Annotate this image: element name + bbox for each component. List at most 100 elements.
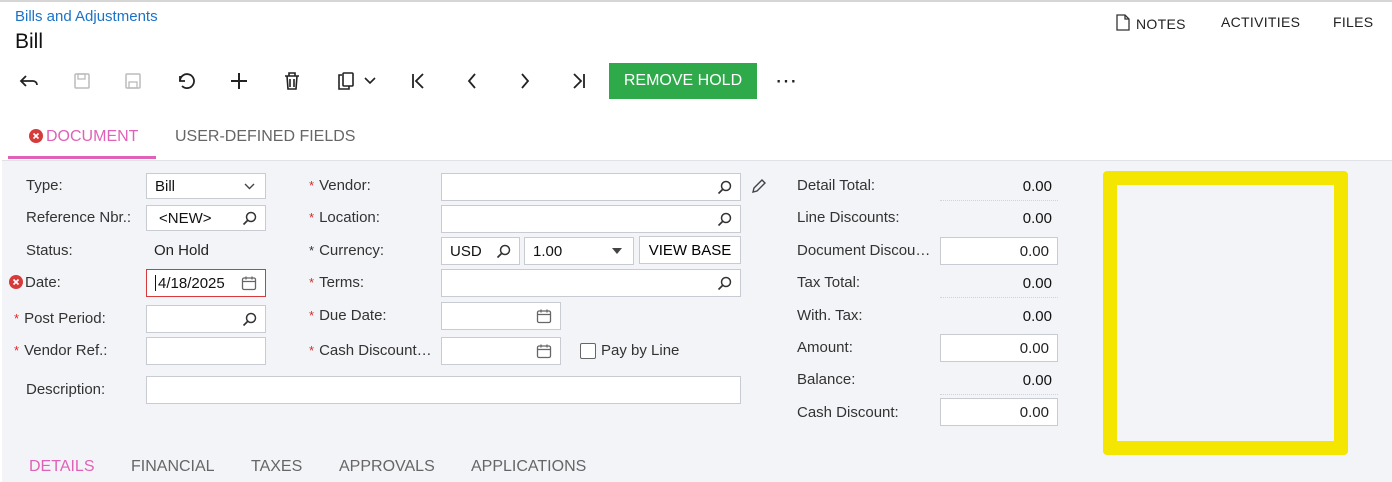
currency-field[interactable]: USD <box>441 237 520 265</box>
tab-document[interactable]: DOCUMENT <box>29 128 138 148</box>
tab-taxes[interactable]: TAXES <box>251 458 302 476</box>
undo-button[interactable] <box>171 66 201 96</box>
cash-discount-total-field[interactable]: 0.00 <box>940 398 1058 426</box>
currency-label-wrap: * Currency: <box>309 242 384 259</box>
date-field[interactable]: 4/18/2025 <box>146 269 266 297</box>
search-icon[interactable] <box>241 210 257 226</box>
save-icon <box>125 73 141 89</box>
due-date-label: Due Date: <box>319 307 387 324</box>
active-tab-indicator <box>8 156 156 159</box>
chevron-down-icon <box>364 77 376 85</box>
calendar-icon[interactable] <box>536 308 552 324</box>
copy-paste-button[interactable] <box>330 66 382 96</box>
description-label: Description: <box>26 381 106 398</box>
search-icon[interactable] <box>241 311 257 327</box>
remove-hold-button[interactable]: REMOVE HOLD <box>609 63 757 99</box>
search-icon[interactable] <box>495 243 511 259</box>
post-period-field[interactable] <box>146 305 266 333</box>
calendar-icon[interactable] <box>536 343 552 359</box>
error-icon <box>9 275 23 293</box>
add-button[interactable] <box>224 66 254 96</box>
save-close-button[interactable] <box>67 66 97 96</box>
pencil-icon[interactable] <box>750 177 768 200</box>
undo-icon <box>179 73 195 89</box>
search-icon[interactable] <box>716 179 732 195</box>
tab-user-defined-fields[interactable]: USER-DEFINED FIELDS <box>175 128 355 146</box>
detail-total-value: 0.00 <box>1022 178 1052 195</box>
post-period-label: Post Period: <box>24 310 106 327</box>
reference-nbr-label: Reference Nbr.: <box>26 209 132 226</box>
cash-discount-total-label: Cash Discount: <box>797 404 899 421</box>
due-date-field[interactable] <box>441 302 561 330</box>
tab-approvals[interactable]: APPROVALS <box>339 458 435 476</box>
divider <box>940 200 1058 201</box>
description-field[interactable] <box>146 376 741 404</box>
location-label: Location: <box>319 209 380 226</box>
currency-rate-select[interactable]: 1.00 <box>524 237 634 265</box>
notes-link[interactable]: NOTES <box>1116 14 1186 34</box>
document-discount-field[interactable]: 0.00 <box>940 237 1058 265</box>
reference-nbr-value: <NEW> <box>159 209 212 227</box>
tax-total-label: Tax Total: <box>797 274 861 291</box>
amount-label: Amount: <box>797 339 853 356</box>
cash-discount-label-wrap: * Cash Discount… <box>309 342 432 359</box>
vendor-ref-label-wrap: * Vendor Ref.: <box>14 342 107 359</box>
tab-financial[interactable]: FINANCIAL <box>131 458 215 476</box>
breadcrumb[interactable]: Bills and Adjustments <box>15 8 158 25</box>
amount-field[interactable]: 0.00 <box>940 334 1058 362</box>
back-arrow-icon <box>19 75 38 87</box>
date-value: 4/18/2025 <box>158 274 225 292</box>
delete-button[interactable] <box>277 66 307 96</box>
line-discounts-value: 0.00 <box>1022 210 1052 227</box>
tab-applications[interactable]: APPLICATIONS <box>471 458 586 476</box>
currency-label: Currency: <box>319 242 385 259</box>
terms-label-wrap: * Terms: <box>309 274 364 291</box>
tab-bar: DOCUMENT USER-DEFINED FIELDS <box>0 118 1392 160</box>
back-button[interactable] <box>14 66 44 96</box>
chevron-down-icon <box>241 178 257 194</box>
required-mark: * <box>309 178 315 193</box>
files-link[interactable]: FILES <box>1333 14 1373 30</box>
due-date-label-wrap: * Due Date: <box>309 307 387 324</box>
pay-by-line-label: Pay by Line <box>601 342 680 359</box>
post-period-label-wrap: * Post Period: <box>14 310 106 327</box>
search-icon[interactable] <box>716 211 732 227</box>
balance-value: 0.00 <box>1022 372 1052 389</box>
last-record-button[interactable] <box>563 66 593 96</box>
vendor-label: Vendor: <box>319 177 371 194</box>
caret-down-icon <box>609 243 625 259</box>
location-label-wrap: * Location: <box>309 209 380 226</box>
calendar-icon[interactable] <box>241 275 257 291</box>
with-tax-label: With. Tax: <box>797 307 863 324</box>
view-base-button[interactable]: VIEW BASE <box>639 236 741 264</box>
tab-document-label: DOCUMENT <box>46 128 139 145</box>
chevron-right-icon <box>521 73 530 89</box>
vendor-ref-field[interactable] <box>146 337 266 365</box>
tax-total-value: 0.00 <box>1022 275 1052 292</box>
terms-field[interactable] <box>441 269 741 297</box>
more-actions-icon[interactable]: ⋯ <box>771 66 801 96</box>
first-record-button[interactable] <box>404 66 434 96</box>
type-select[interactable]: Bill <box>146 173 266 199</box>
first-icon <box>412 73 424 89</box>
required-mark: * <box>14 311 20 326</box>
checkbox-box[interactable] <box>580 342 596 359</box>
divider <box>940 394 1058 395</box>
pay-by-line-checkbox[interactable]: Pay by Line <box>580 342 679 359</box>
cash-discount-date-field[interactable] <box>441 337 561 365</box>
status-value: On Hold <box>154 242 210 259</box>
previous-record-button[interactable] <box>457 66 487 96</box>
search-icon[interactable] <box>716 275 732 291</box>
page-title: Bill <box>15 30 44 53</box>
date-label-wrap: Date: <box>9 274 61 293</box>
vendor-label-wrap: * Vendor: <box>309 177 371 194</box>
save-button[interactable] <box>118 66 148 96</box>
tab-details[interactable]: DETAILS <box>29 458 95 476</box>
vendor-field[interactable] <box>441 173 741 201</box>
activities-link[interactable]: ACTIVITIES <box>1221 14 1300 30</box>
document-discount-label: Document Discou… <box>797 242 931 259</box>
location-field[interactable] <box>441 205 741 233</box>
reference-nbr-field[interactable]: <NEW> <box>146 205 266 231</box>
type-label: Type: <box>26 177 63 194</box>
next-record-button[interactable] <box>510 66 540 96</box>
